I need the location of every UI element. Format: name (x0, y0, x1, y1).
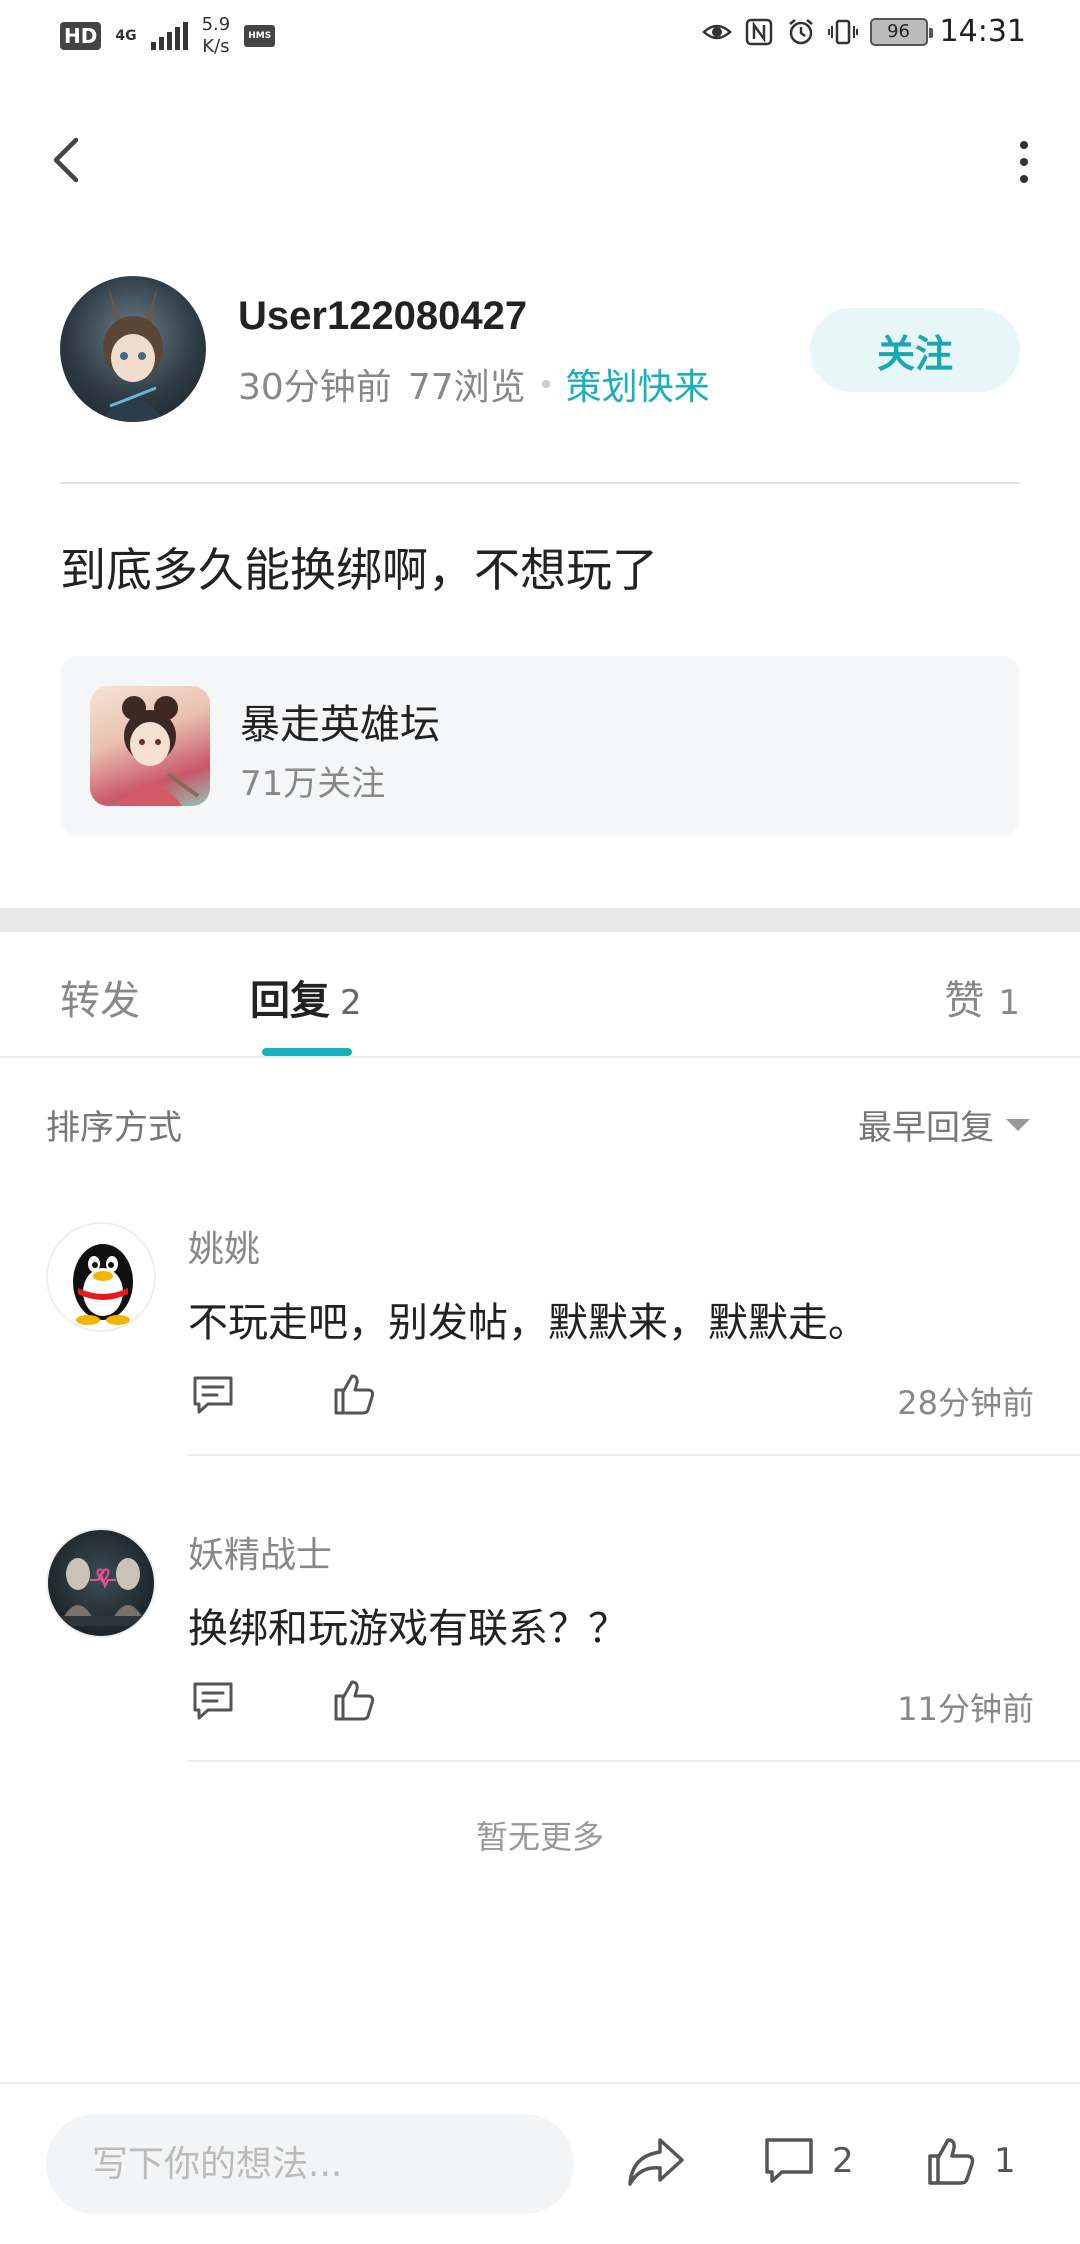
network-speed: 5.9 K/s (201, 14, 231, 57)
post-meta: 30分钟前 77浏览 策划快来 (238, 358, 710, 410)
view-count: 77浏览 (407, 367, 526, 408)
reply-icon[interactable] (190, 1678, 236, 1724)
post-time: 30分钟前 (238, 367, 392, 408)
penguin-avatar-icon (73, 1244, 133, 1325)
topic-tag-link[interactable]: 策划快来 (566, 358, 710, 410)
forum-name: 暴走英雄坛 (240, 702, 440, 748)
network-type: 4G (115, 28, 137, 44)
comment-item: 妖精战士 换绑和玩游戏有联系？？ 11分钟前 (0, 1528, 1080, 1828)
comment-item: 姚姚 不玩走吧，别发帖，默默来，默默走。 28分钟前 (0, 1222, 1080, 1522)
fairy-avatar-image (60, 1558, 146, 1626)
separator-dot (541, 380, 550, 388)
bottom-action-bar: 2 1 (0, 2082, 1080, 2244)
like-count: 1 (994, 2141, 1016, 2181)
hd-badge: HD (60, 22, 102, 50)
reply-icon[interactable] (190, 1372, 236, 1418)
vibrate-icon (827, 19, 858, 44)
comment-bubble-icon (765, 2138, 813, 2183)
tab-like[interactable]: 赞1 (944, 968, 1020, 1026)
more-dots-icon (1020, 141, 1028, 149)
avatar-illustration (100, 286, 166, 422)
tab-reply[interactable]: 回复 2 (250, 968, 362, 1026)
tab-like-count: 1 (998, 983, 1020, 1023)
signal-icon (150, 22, 188, 50)
comment-button[interactable]: 2 (762, 2128, 854, 2194)
share-icon[interactable] (624, 2132, 688, 2192)
author-name[interactable]: User122080427 (238, 294, 527, 339)
top-nav (0, 108, 1080, 208)
commenter-name[interactable]: 姚姚 (188, 1220, 260, 1272)
thumbs-up-icon[interactable] (330, 1370, 378, 1418)
sort-dropdown[interactable]: 最早回复 (858, 1100, 1030, 1149)
sort-label: 排序方式 (46, 1108, 182, 1148)
divider (188, 1454, 1080, 1456)
eye-icon (701, 24, 732, 39)
caret-down-icon (1006, 1118, 1030, 1131)
clock: 14:31 (939, 14, 1026, 49)
comment-input[interactable] (46, 2114, 574, 2214)
tab-reply-count: 2 (340, 983, 362, 1023)
comment-time: 11分钟前 (897, 1690, 1034, 1728)
commenter-avatar[interactable] (46, 1222, 156, 1332)
no-more-label: 暂无更多 (475, 1818, 604, 1856)
commenter-avatar[interactable] (46, 1528, 156, 1638)
comment-time: 28分钟前 (897, 1384, 1034, 1422)
post-body: 到底多久能换绑啊，不想玩了 (60, 543, 658, 597)
forum-icon (90, 686, 210, 806)
follow-button[interactable]: 关注 (810, 308, 1020, 392)
chevron-left-icon (53, 137, 79, 183)
divider (188, 1760, 1080, 1762)
section-gap (0, 908, 1080, 932)
hms-badge: HMS (244, 25, 276, 47)
sort-value: 最早回复 (858, 1108, 994, 1148)
battery-indicator: 96 (869, 17, 933, 46)
tab-forward[interactable]: 转发 (60, 968, 140, 1026)
active-tab-indicator (262, 1048, 352, 1056)
network-indicator: 4G (115, 29, 136, 43)
comment-text: 不玩走吧，别发帖，默默来，默默走。 (188, 1300, 868, 1346)
back-button[interactable] (42, 128, 98, 192)
divider (60, 482, 1020, 484)
tab-forward-label: 转发 (60, 978, 140, 1024)
more-options-button[interactable] (1004, 134, 1044, 190)
like-button[interactable]: 1 (924, 2128, 1016, 2194)
comment-text: 换绑和玩游戏有联系？？ (188, 1606, 628, 1652)
post-author: User122080427 30分钟前 77浏览 策划快来 关注 (60, 276, 1020, 424)
thumbs-up-icon[interactable] (330, 1676, 378, 1724)
nfc-icon (745, 18, 772, 45)
author-avatar[interactable] (60, 276, 206, 422)
tab-bar: 转发 回复 2 赞1 (0, 932, 1080, 1058)
tab-reply-label: 回复 (250, 978, 330, 1024)
alarm-icon (788, 18, 813, 44)
forum-followers: 71万关注 (240, 764, 386, 804)
forum-card[interactable]: 暴走英雄坛 71万关注 (60, 656, 1020, 836)
status-bar: HD 4G 5.9 K/s HMS 96 14:31 (0, 0, 1080, 72)
commenter-name[interactable]: 妖精战士 (188, 1526, 332, 1578)
comment-count: 2 (832, 2141, 854, 2181)
tab-like-label: 赞 (944, 978, 985, 1024)
thumbs-up-icon (928, 2138, 975, 2185)
